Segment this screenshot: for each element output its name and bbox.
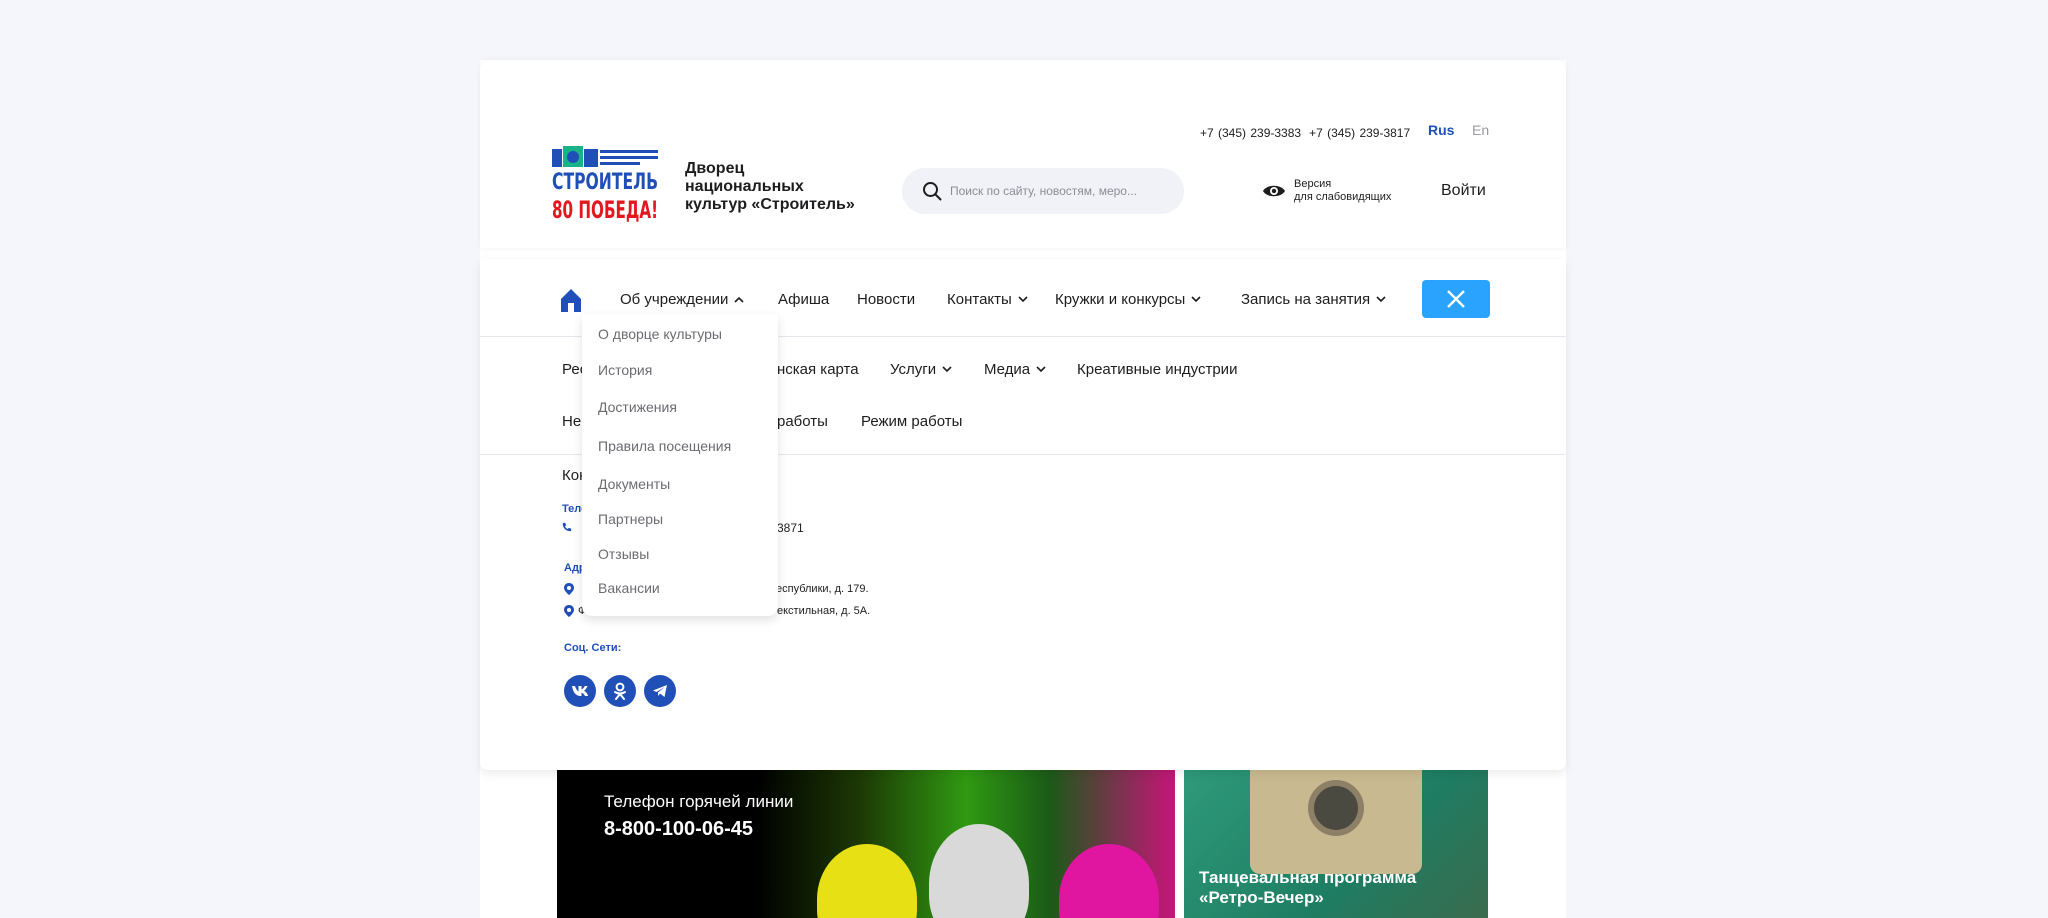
site-header: +7 (345) 239-3383 +7 (345) 239-3817 Rus E… [480,60,1566,248]
search-box [902,168,1184,214]
chevron-down-icon [1376,296,1386,303]
dropdown-item[interactable]: Правила посещения [598,438,731,454]
phone-icon [562,522,572,532]
nav-news[interactable]: Новости [857,291,915,308]
lang-en-toggle[interactable]: En [1472,122,1489,138]
phone-line[interactable] [562,521,576,533]
location-pin-icon [564,605,574,617]
address-1-text: еспублики, д. 179. [776,583,869,595]
nav-card[interactable]: нская карта [777,361,859,378]
odnoklassniki-icon [614,682,626,700]
dropdown-item[interactable]: История [598,362,652,378]
nav-afisha[interactable]: Афиша [778,291,829,308]
accessibility-text: Версия для слабовидящих [1294,178,1392,203]
phone-value[interactable]: 3871 [777,521,804,535]
eye-icon [1263,185,1285,197]
telegram-icon [653,685,667,697]
dropdown-item[interactable]: Отзывы [598,546,649,562]
close-menu-button[interactable] [1422,280,1490,318]
address-line-1 [564,583,578,595]
dropdown-item[interactable]: Документы [598,476,670,492]
search-icon[interactable] [922,181,942,201]
chevron-up-icon [734,296,745,303]
svg-text:80 ПОБЕДА!: 80 ПОБЕДА! [552,196,658,222]
phone-link-2[interactable]: +7 (345) 239-3817 [1309,126,1410,140]
hotline-number: 8-800-100-06-45 [604,818,753,840]
event-title: Танцевальная программа «Ретро-Вечер» [1199,868,1417,907]
accessibility-toggle[interactable]: Версия для слабовидящих [1262,178,1391,204]
org-name: Дворец национальных культур «Строитель» [685,160,855,213]
lang-ru-toggle[interactable]: Rus [1428,122,1454,138]
nav-clubs[interactable]: Кружки и конкурсы [1055,291,1201,308]
dropdown-item[interactable]: О дворце культуры [598,326,722,342]
svg-text:СТРОИТЕЛЬ: СТРОИТЕЛЬ [552,170,658,195]
nav-enroll[interactable]: Запись на занятия [1241,291,1386,308]
nav-schedule[interactable]: Режим работы [861,413,962,430]
phone-link-1[interactable]: +7 (345) 239-3383 [1200,126,1301,140]
site-logo[interactable]: СТРОИТЕЛЬ 80 ПОБЕДА! [552,146,660,222]
hotline-banner[interactable]: Телефон горячей линии 8-800-100-06-45 [557,770,1175,918]
vk-button[interactable] [564,675,596,707]
vk-icon [572,686,588,696]
dropdown-item[interactable]: Достижения [598,399,677,415]
login-button[interactable]: Войти [1441,182,1486,200]
hotline-label: Телефон горячей линии [604,792,794,811]
nav-services[interactable]: Услуги [890,361,952,378]
address-2-text: екстильная, д. 5А. [777,605,871,617]
camera-image [1250,770,1422,874]
event-banner[interactable]: Танцевальная программа «Ретро-Вечер» [1184,770,1488,918]
telegram-button[interactable] [644,675,676,707]
nav-media[interactable]: Медиа [984,361,1046,378]
camera-lens [1308,780,1364,836]
location-pin-icon [564,583,574,595]
nav-creative[interactable]: Креативные индустрии [1077,361,1237,378]
social-label: Соц. Сети: [564,642,622,654]
nav-about[interactable]: Об учреждении [620,291,745,308]
home-icon[interactable] [560,287,582,313]
chevron-down-icon [1018,296,1028,303]
header-phones: +7 (345) 239-3383 +7 (345) 239-3817 [1200,126,1418,140]
dropdown-item[interactable]: Партнеры [598,511,663,527]
dropdown-item[interactable]: Вакансии [598,580,660,596]
about-dropdown-menu: О дворце культуры История Достижения Пра… [582,314,778,616]
chevron-down-icon [942,366,952,373]
chevron-down-icon [1191,296,1201,303]
nav-work[interactable]: работы [777,413,828,430]
nav-partial-ne[interactable]: Не [562,413,581,430]
search-input[interactable] [950,180,1170,202]
odnoklassniki-button[interactable] [604,675,636,707]
close-icon [1447,290,1465,308]
nav-contacts[interactable]: Контакты [947,291,1028,308]
chevron-down-icon [1036,366,1046,373]
